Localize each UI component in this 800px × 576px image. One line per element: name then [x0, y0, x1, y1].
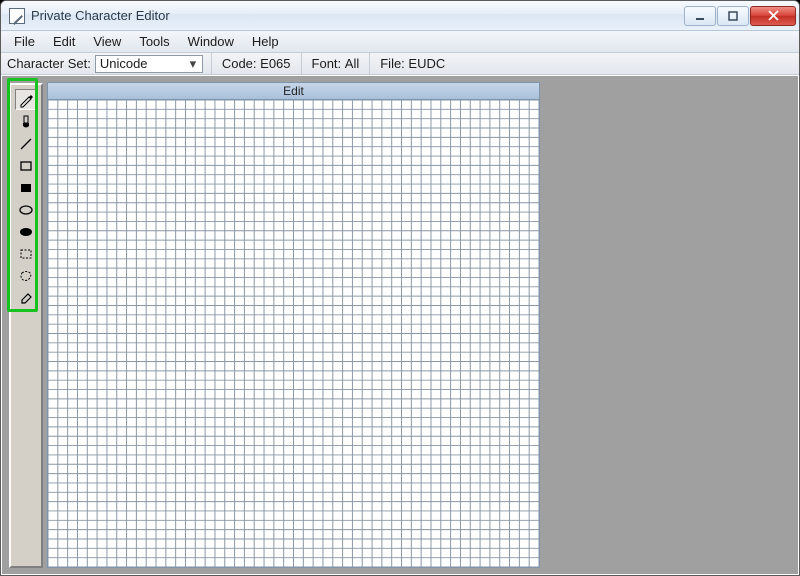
- pencil-icon: [18, 92, 34, 108]
- menu-window[interactable]: Window: [179, 32, 243, 51]
- tool-eraser[interactable]: [15, 287, 37, 308]
- charset-value: Unicode: [100, 56, 148, 71]
- select-free-icon: [18, 268, 34, 284]
- tool-select-free[interactable]: [15, 265, 37, 286]
- charset-label: Character Set:: [1, 56, 95, 71]
- charset-combo[interactable]: Unicode ▾: [95, 55, 203, 73]
- window-controls: [684, 6, 796, 26]
- file-field: File: EUDC: [369, 53, 455, 74]
- tool-rect-outline[interactable]: [15, 155, 37, 176]
- window-title: Private Character Editor: [31, 8, 170, 23]
- select-rect-icon: [18, 246, 34, 262]
- content-area: Edit: [2, 76, 798, 574]
- tool-ellipse-filled[interactable]: [15, 221, 37, 242]
- menu-view[interactable]: View: [84, 32, 130, 51]
- menu-edit[interactable]: Edit: [44, 32, 84, 51]
- titlebar[interactable]: Private Character Editor: [1, 1, 799, 31]
- minimize-button[interactable]: [684, 6, 716, 26]
- font-field: Font: All: [301, 53, 370, 74]
- menu-file[interactable]: File: [5, 32, 44, 51]
- ellipse-outline-icon: [18, 202, 34, 218]
- tool-line[interactable]: [15, 133, 37, 154]
- close-button[interactable]: [750, 6, 796, 26]
- menubar: File Edit View Tools Window Help: [1, 31, 799, 53]
- ellipse-filled-icon: [18, 224, 34, 240]
- tool-select-rect[interactable]: [15, 243, 37, 264]
- app-window: Private Character Editor File Edit View …: [0, 0, 800, 576]
- rect-filled-icon: [18, 180, 34, 196]
- menu-tools[interactable]: Tools: [130, 32, 178, 51]
- app-icon: [9, 8, 25, 24]
- tool-ellipse-outline[interactable]: [15, 199, 37, 220]
- menu-help[interactable]: Help: [243, 32, 288, 51]
- tool-rect-filled[interactable]: [15, 177, 37, 198]
- tool-pencil[interactable]: [15, 89, 37, 110]
- workspace-empty: [540, 76, 798, 574]
- rect-outline-icon: [18, 158, 34, 174]
- toolbox: [9, 83, 43, 568]
- tool-brush[interactable]: [15, 111, 37, 132]
- edit-grid[interactable]: [47, 100, 540, 568]
- code-field: Code: E065: [211, 53, 301, 74]
- infobar: Character Set: Unicode ▾ Code: E065 Font…: [1, 53, 799, 75]
- line-icon: [18, 136, 34, 152]
- edit-panel: Edit: [47, 82, 540, 568]
- eraser-icon: [18, 290, 34, 306]
- edit-caption: Edit: [47, 82, 540, 100]
- chevron-down-icon: ▾: [186, 56, 200, 72]
- maximize-button[interactable]: [717, 6, 749, 26]
- brush-icon: [18, 114, 34, 130]
